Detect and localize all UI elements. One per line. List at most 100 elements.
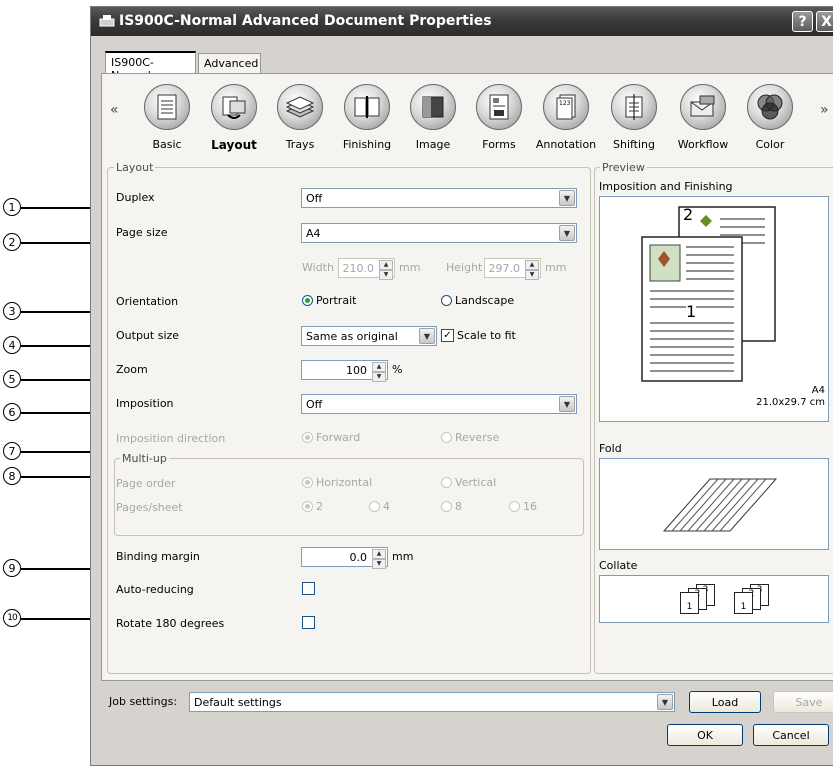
preview-group-label: Preview (600, 161, 647, 174)
layout-group-label: Layout (114, 161, 156, 174)
fold-preview (599, 458, 829, 550)
horizontal-radio: Horizontal (302, 476, 372, 489)
scale-to-fit-label: Scale to fit (457, 329, 516, 342)
portrait-radio[interactable]: Portrait (302, 294, 356, 307)
svg-text:123: 123 (559, 100, 571, 107)
rotate-label: Rotate 180 degrees (116, 617, 225, 630)
chevron-down-icon: ▼ (559, 225, 575, 241)
binding-margin-stepper[interactable]: 0.0 ▲ ▼ (301, 547, 388, 569)
help-button[interactable]: ? (792, 11, 813, 32)
page-front-number: 1 (686, 302, 697, 321)
tab-is900c-normal[interactable]: IS900C-Normal (105, 51, 196, 82)
pages-16-radio: 16 (509, 500, 537, 513)
close-button[interactable]: X (816, 11, 833, 32)
pages-sheet-label: Pages/sheet (116, 501, 183, 514)
page-order-label: Page order (116, 477, 176, 490)
page-size-label: Page size (116, 226, 168, 239)
collate-preview: 3 2 1 3 2 1 (599, 575, 829, 623)
zoom-stepper[interactable]: 100 ▲ ▼ (301, 360, 388, 382)
zoom-label: Zoom (116, 363, 148, 376)
output-size-select[interactable]: Same as original ▼ (301, 326, 437, 346)
category-basic[interactable]: Basic (132, 84, 202, 151)
collate-set-2: 3 2 1 (734, 584, 769, 614)
properties-window: IS900C-Normal Advanced Document Properti… (90, 6, 833, 766)
cancel-button[interactable]: Cancel (753, 724, 829, 746)
page-back-number: 2 (683, 205, 694, 224)
finishing-icon (344, 84, 390, 130)
zoom-unit: % (392, 363, 403, 376)
height-stepper: 297.0 ▲ ▼ (484, 258, 541, 280)
forward-radio: Forward (302, 431, 360, 444)
trays-icon (277, 84, 323, 130)
fold-label: Fold (599, 442, 622, 455)
chevron-down-icon: ▼ (559, 396, 575, 412)
collate-set-1: 3 2 1 (680, 584, 715, 614)
auto-reducing-label: Auto-reducing (116, 583, 194, 596)
window-title: IS900C-Normal Advanced Document Properti… (119, 13, 492, 29)
chevron-down-icon: ▼ (559, 190, 575, 206)
annotation-icon: 123 (543, 84, 589, 130)
imposition-finishing-label: Imposition and Finishing (599, 180, 733, 193)
auto-reducing-checkbox[interactable] (302, 582, 315, 595)
ok-button[interactable]: OK (667, 724, 743, 746)
category-trays[interactable]: Trays (265, 84, 335, 151)
height-label: Height (446, 261, 483, 274)
layout-group (107, 167, 591, 674)
scroll-left-icon[interactable]: « (110, 102, 119, 118)
paper-size: A4 (811, 385, 825, 396)
fold-graphic (662, 478, 778, 532)
collate-label: Collate (599, 559, 638, 572)
category-forms[interactable]: Forms (464, 84, 534, 151)
job-settings-label: Job settings: (109, 695, 178, 708)
category-color[interactable]: Color (735, 84, 805, 151)
category-toolbar: « Basic Layout Trays Finishing Image For… (102, 84, 833, 164)
shifting-icon (611, 84, 657, 130)
category-image[interactable]: Image (398, 84, 468, 151)
pages-8-radio: 8 (441, 500, 462, 513)
pages-4-radio: 4 (369, 500, 390, 513)
scroll-right-icon[interactable]: » (820, 102, 829, 118)
category-annotation[interactable]: 123 Annotation (531, 84, 601, 151)
page-size-select[interactable]: A4 ▼ (301, 223, 577, 243)
category-workflow[interactable]: Workflow (668, 84, 738, 151)
category-shifting[interactable]: Shifting (599, 84, 669, 151)
duplex-select[interactable]: Off ▼ (301, 188, 577, 208)
width-label: Width (302, 261, 334, 274)
category-finishing[interactable]: Finishing (332, 84, 402, 151)
forms-icon (476, 84, 522, 130)
width-stepper: 210.0 ▲ ▼ (338, 258, 395, 280)
tab-panel: « Basic Layout Trays Finishing Image For… (101, 73, 833, 681)
imposition-label: Imposition (116, 397, 174, 410)
pages-preview-graphic (641, 206, 776, 382)
color-icon (747, 84, 793, 130)
load-button[interactable]: Load (689, 691, 761, 713)
multiup-group (114, 458, 584, 536)
job-settings-select[interactable]: Default settings ▼ (189, 692, 675, 712)
binding-margin-unit: mm (392, 550, 414, 563)
output-size-label: Output size (116, 329, 180, 342)
reverse-radio: Reverse (441, 431, 499, 444)
chevron-down-icon: ▼ (657, 694, 673, 710)
scale-to-fit-checkbox[interactable]: ✓ (441, 329, 454, 342)
pages-2-radio: 2 (302, 500, 323, 513)
paper-dimensions: 21.0x29.7 cm (756, 397, 825, 408)
vertical-radio: Vertical (441, 476, 496, 489)
layout-icon (211, 84, 257, 130)
title-bar: IS900C-Normal Advanced Document Properti… (91, 7, 833, 36)
imposition-preview: 2 1 A4 21.0x29.7 cm (599, 196, 829, 422)
workflow-icon (680, 84, 726, 130)
tab-advanced[interactable]: Advanced (198, 53, 261, 73)
rotate-checkbox[interactable] (302, 616, 315, 629)
height-unit: mm (545, 261, 567, 274)
orientation-label: Orientation (116, 295, 179, 308)
imposition-direction-label: Imposition direction (116, 432, 226, 445)
category-layout[interactable]: Layout (199, 84, 269, 152)
imposition-select[interactable]: Off ▼ (301, 394, 577, 414)
save-button: Save (773, 691, 833, 713)
chevron-down-icon: ▼ (419, 328, 435, 344)
landscape-radio[interactable]: Landscape (441, 294, 514, 307)
multiup-label: Multi-up (120, 452, 169, 465)
duplex-label: Duplex (116, 191, 155, 204)
image-icon (410, 84, 456, 130)
printer-icon (99, 15, 115, 27)
